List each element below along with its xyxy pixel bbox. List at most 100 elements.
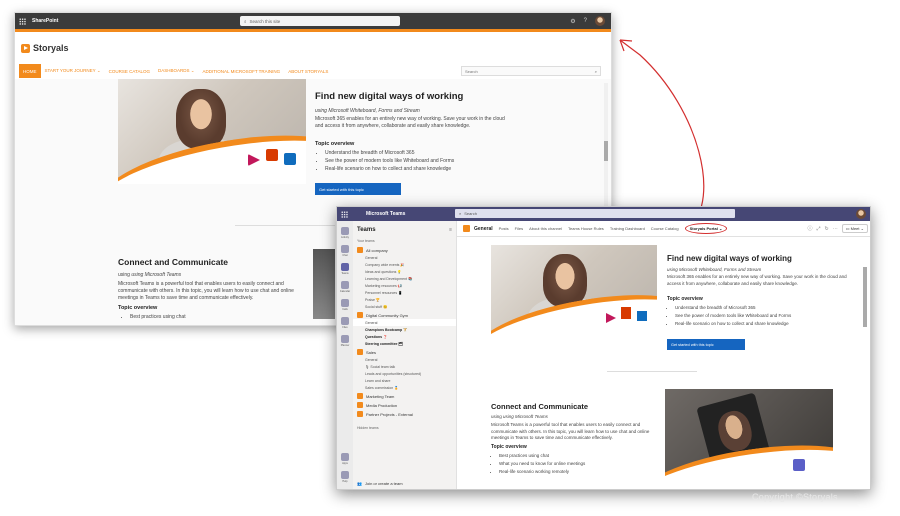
teams-sidebar: Teams ≡ Your teams All company General Com…	[353, 221, 457, 489]
chat-icon[interactable]	[341, 245, 349, 253]
teams-logo-icon	[793, 459, 805, 471]
tab-training-dashboard[interactable]: Training Dashboard	[610, 226, 645, 231]
scrollbar-thumb[interactable]	[604, 141, 608, 161]
meet-button[interactable]: ▭ Meet ⌄	[841, 224, 868, 233]
sidebar-team[interactable]: Partner Projects - External	[353, 409, 456, 418]
sidebar-channel[interactable]: Praise 🏆	[353, 296, 456, 303]
sidebar-channel[interactable]: General	[353, 319, 456, 326]
sidebar-channel[interactable]: Personnel resources 📱	[353, 289, 456, 296]
nav-additional-training[interactable]: ADDITIONAL MICROSOFT TRAINING	[199, 64, 285, 78]
tab-posts[interactable]: Posts	[499, 226, 509, 231]
site-search-placeholder: Search	[465, 68, 478, 74]
gear-icon[interactable]: ⚙	[570, 18, 575, 25]
sidebar-channel[interactable]: General	[353, 356, 456, 363]
list-item: See the power of modern tools like White…	[325, 157, 454, 165]
get-started-button[interactable]: Get started with this topic	[667, 339, 745, 350]
teams-app-name: Microsoft Teams	[366, 211, 406, 217]
tab-house-rules[interactable]: Teams House Rules	[568, 226, 604, 231]
nav-dashboards[interactable]: DASHBOARDS ⌄	[154, 64, 199, 78]
calendar-icon[interactable]	[341, 281, 349, 289]
more-icon[interactable]: ⋯	[833, 226, 838, 232]
nav-home[interactable]: HOME	[19, 64, 41, 78]
topic1-bullets: Understand the breadth of Microsoft 365 …	[675, 304, 791, 328]
search-icon: ⌕	[459, 211, 462, 216]
header-actions: ⓘ ⤢ ↻ ⋯ ▭ Meet ⌄	[808, 224, 868, 233]
channel-name: General	[474, 225, 493, 232]
rail-label: Calendar	[339, 290, 351, 293]
nav-course-catalog[interactable]: COURSE CATALOG	[105, 64, 154, 78]
sidebar-team[interactable]: Digital Community Gym	[353, 310, 456, 319]
filter-icon[interactable]: ≡	[449, 227, 452, 233]
info-icon[interactable]: ⓘ	[808, 225, 813, 232]
teams-search-input[interactable]: ⌕ Search	[455, 209, 735, 218]
help-icon[interactable]	[341, 471, 349, 479]
list-item: Real-life scenario working remotely	[499, 468, 585, 476]
site-search-input[interactable]: Search ⌕	[461, 66, 601, 76]
teams-window: Microsoft Teams ⌕ Search Activity Chat T…	[336, 206, 871, 490]
rail-label: Activity	[341, 236, 349, 239]
hero-image-tablet-partial	[313, 249, 335, 319]
team-name: Partner Projects - External	[366, 411, 413, 417]
sidebar-channel[interactable]: Learning and Development 📚	[353, 275, 456, 282]
sidebar-channel[interactable]: Steering committee 🗂	[353, 340, 456, 347]
tab-course-catalog[interactable]: Course Catalog	[651, 226, 679, 231]
sidebar-channel[interactable]: Company wide events 🎉	[353, 261, 456, 268]
topic2-subtitle-text: using Microsoft Teams	[131, 272, 182, 278]
sidebar-channel[interactable]: Sales commission 🏅	[353, 384, 456, 391]
topic1-overview-title: Topic overview	[667, 296, 703, 302]
team-name: All company	[366, 247, 388, 253]
expand-icon[interactable]: ⤢	[817, 226, 821, 232]
office-icon	[266, 149, 278, 161]
sidebar-team[interactable]: All company	[353, 245, 456, 254]
app-launcher-icon[interactable]	[19, 17, 26, 25]
activity-icon[interactable]	[341, 227, 349, 235]
sidebar-team[interactable]: Media Production	[353, 400, 456, 409]
tab-about-channel[interactable]: About this channel	[529, 226, 562, 231]
list-item: Best practices using chat	[499, 452, 585, 460]
planner-icon[interactable]	[341, 335, 349, 343]
scrollbar-thumb[interactable]	[863, 267, 867, 327]
tab-files[interactable]: Files	[515, 226, 523, 231]
apps-icon[interactable]	[341, 453, 349, 461]
calls-icon[interactable]	[341, 299, 349, 307]
hidden-teams-label[interactable]: Hidden teams	[353, 424, 456, 432]
tab-storyals-portal[interactable]: Storyals Portal ⌄	[684, 223, 728, 234]
search-icon[interactable]: ⌕	[595, 69, 597, 74]
sidebar-channel[interactable]: Leads and opportunities (structured)	[353, 370, 456, 377]
avatar[interactable]	[856, 209, 866, 219]
sidebar-team[interactable]: Marketing Team	[353, 391, 456, 400]
sidebar-channel[interactable]: General	[353, 254, 456, 261]
app-launcher-icon[interactable]	[341, 210, 348, 218]
sidebar-channel[interactable]: Questions ❓	[353, 333, 456, 340]
sidebar-title: Teams	[357, 227, 376, 233]
files-icon[interactable]	[341, 317, 349, 325]
sidebar-channel[interactable]: Marketing resources 📢	[353, 282, 456, 289]
join-create-team-button[interactable]: 👥 Join or create a team	[353, 479, 407, 487]
join-create-label: Join or create a team	[364, 481, 403, 486]
topic2-description: Microsoft Teams is a powerful tool that …	[118, 281, 294, 301]
site-title[interactable]: Storyals	[33, 43, 69, 53]
sharepoint-app-name[interactable]: SharePoint	[32, 18, 58, 24]
topic2-bullets: Best practices using chat	[130, 314, 186, 320]
avatar[interactable]	[595, 16, 605, 26]
sidebar-channel[interactable]: Social stuff 😊	[353, 303, 456, 310]
refresh-icon[interactable]: ↻	[825, 226, 829, 232]
sharepoint-search-input[interactable]: ⌕ Search this site	[240, 16, 400, 26]
office-icon	[621, 307, 631, 319]
site-header: Storyals	[15, 32, 611, 64]
sidebar-channel[interactable]: 🎙 Social team talk	[353, 363, 456, 370]
sidebar-channel[interactable]: Champions Bootcamp 🏋	[353, 326, 456, 333]
team-avatar-icon	[357, 349, 363, 355]
help-icon[interactable]: ?	[584, 18, 587, 24]
sidebar-channel[interactable]: Ideas and questions 💡	[353, 268, 456, 275]
search-placeholder: Search this site	[249, 18, 281, 24]
sidebar-channel[interactable]: Learn and share	[353, 377, 456, 384]
topic2-bullets: Best practices using chat What you need …	[499, 452, 585, 476]
nav-start-your-journey[interactable]: START YOUR JOURNEY ⌄	[41, 64, 105, 78]
sidebar-team[interactable]: Sales	[353, 347, 456, 356]
teams-icon[interactable]	[341, 263, 349, 271]
storyals-logo-icon[interactable]	[21, 43, 30, 53]
topic2-subtitle: using using Microsoft Teams	[118, 272, 182, 278]
get-started-button[interactable]: Get started with this topic	[315, 183, 401, 195]
nav-about-storyals[interactable]: ABOUT STORYALS	[284, 64, 332, 78]
